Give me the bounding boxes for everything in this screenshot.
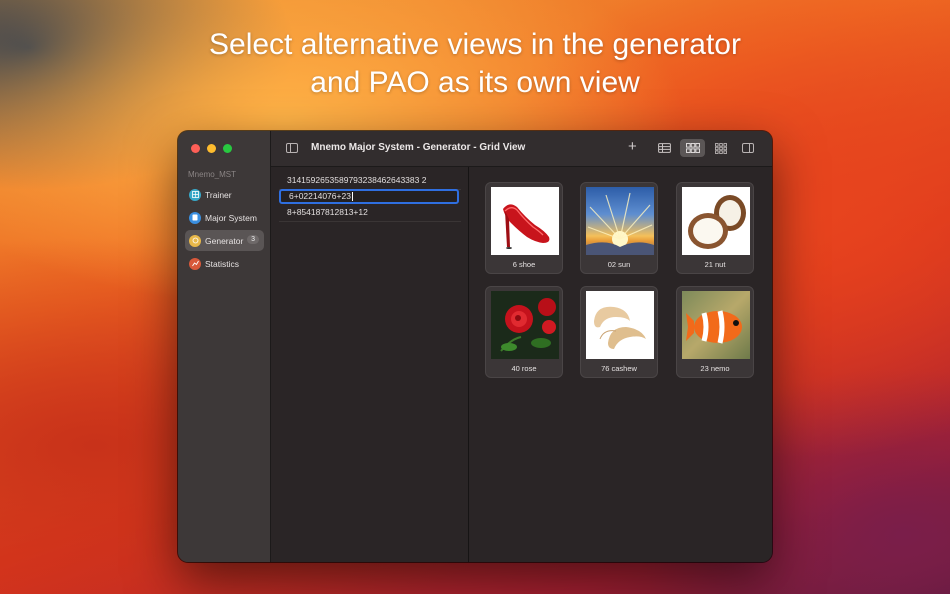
list-item[interactable]: 8+854187812813+12 [279,205,459,220]
list-item-edit-field[interactable]: 6+02214076+23 [279,189,459,204]
list-item-value: 8+854187812813+12 [287,207,368,217]
card-caption: 21 nut [704,260,726,269]
sidebar-item-generator[interactable]: Generator 3 [185,230,264,251]
image-grid: 6 shoe 02 sun 21 nut 40 rose 76 cashew 2… [469,167,772,562]
chart-icon [189,257,201,270]
grid-card-nut[interactable]: 21 nut [676,182,754,274]
coconut-image [682,187,750,255]
view-segmented-control [652,139,733,157]
number-list: 3141592653589793238462643383 2 6+0221407… [271,167,469,562]
cashew-image [586,291,654,359]
sidebar-item-label: Statistics [205,258,240,269]
card-caption: 02 sun [607,260,631,269]
toolbar: Mnemo Major System - Generator - Grid Vi… [271,131,772,167]
list-item-value: 3141592653589793238462643383 2 [287,175,427,185]
card-caption: 23 nemo [700,364,730,373]
sidebar-section-title: Mnemo_MST [188,170,237,179]
rose-image [491,291,559,359]
headline-line-1: Select alternative views in the generato… [209,28,741,61]
list-item-value: 6+02214076+23 [289,191,351,201]
minimize-button[interactable] [207,144,216,153]
generator-icon [189,234,201,247]
grid-card-cashew[interactable]: 76 cashew [580,286,658,378]
clownfish-image [682,291,750,359]
app-window: Mnemo_MST Trainer Major System Generator [178,131,772,562]
sun-image [586,187,654,255]
table-view-button[interactable] [652,139,677,157]
text-caret [351,192,353,202]
list-item[interactable]: 3141592653589793238462643383 2 [279,173,459,188]
divider [279,221,461,222]
card-caption: 40 rose [511,364,537,373]
window-controls [191,144,232,153]
inspector-toggle-icon[interactable] [742,143,754,153]
zoom-button[interactable] [223,144,232,153]
grid-card-rose[interactable]: 40 rose [485,286,563,378]
table-view-icon [658,143,671,153]
grid-view-button[interactable] [680,139,705,157]
headline: Select alternative views in the generato… [0,26,950,102]
window-title: Mnemo Major System - Generator - Grid Vi… [311,142,526,153]
compact-grid-view-button[interactable] [708,139,733,157]
sidebar-item-statistics[interactable]: Statistics [185,253,264,274]
sidebar-toggle-icon[interactable] [286,143,298,153]
grid-view-icon [685,143,700,153]
sidebar-item-trainer[interactable]: Trainer [185,184,264,205]
sidebar: Mnemo_MST Trainer Major System Generator [178,131,271,562]
card-caption: 6 shoe [512,260,536,269]
headline-line-2: and PAO as its own view [310,66,640,99]
count-badge: 3 [247,235,259,244]
close-button[interactable] [191,144,200,153]
grid-card-sun[interactable]: 02 sun [580,182,658,274]
grid-card-nemo[interactable]: 23 nemo [676,286,754,378]
grid-card-shoe[interactable]: 6 shoe [485,182,563,274]
trainer-icon [189,188,201,201]
sidebar-item-major-system[interactable]: Major System [185,207,264,228]
card-caption: 76 cashew [601,364,637,373]
compact-grid-view-icon [714,142,727,154]
add-button[interactable]: + [628,138,637,156]
sidebar-item-label: Major System [205,212,257,223]
sidebar-item-label: Generator [205,235,244,246]
book-icon [189,211,201,224]
shoe-image [491,187,559,255]
sidebar-item-label: Trainer [205,189,232,200]
